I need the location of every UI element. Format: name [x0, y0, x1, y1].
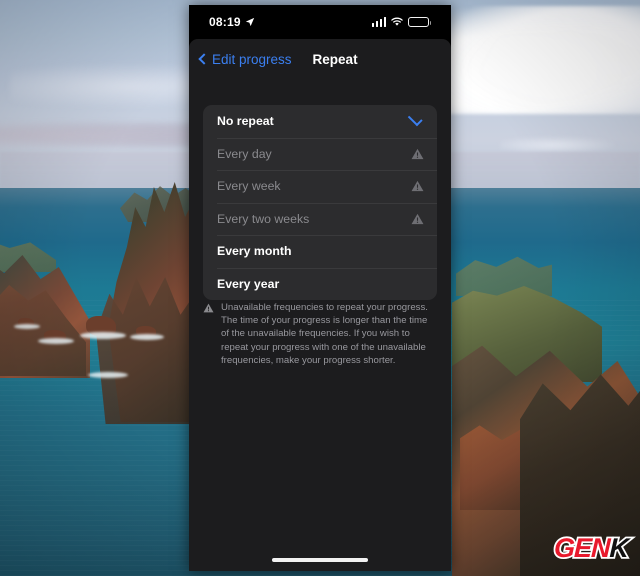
option-label: Every two weeks: [217, 211, 310, 226]
genk-watermark: GENK: [552, 531, 631, 565]
phone-screen: 08:19 Edit progress Repeat No repeat Eve…: [189, 5, 451, 571]
home-indicator[interactable]: [272, 557, 368, 562]
location-arrow-icon: [245, 17, 254, 27]
warning-triangle-icon: [203, 303, 214, 313]
status-bar: 08:19: [189, 5, 451, 39]
back-button[interactable]: Edit progress: [198, 51, 292, 67]
footer-note-text: Unavailable frequencies to repeat your p…: [221, 302, 428, 366]
warning-triangle-icon: [411, 148, 424, 159]
status-bar-right: [371, 16, 432, 28]
option-row-every-week[interactable]: Every week: [203, 170, 437, 203]
option-row-every-two-weeks[interactable]: Every two weeks: [203, 202, 437, 236]
signal-bars-icon: [371, 17, 386, 27]
navigation-bar: Edit progress Repeat: [189, 39, 451, 79]
checkmark-icon: [407, 111, 423, 127]
genk-text-red: GEN: [552, 531, 612, 565]
back-button-label: Edit progress: [212, 51, 292, 67]
repeat-options-list: No repeat Every day Every week Every two…: [203, 105, 437, 300]
option-label: Every week: [217, 179, 281, 194]
option-label: No repeat: [217, 114, 274, 129]
chevron-left-icon: [198, 52, 210, 65]
content-area: No repeat Every day Every week Every two…: [189, 79, 451, 571]
page-title: Repeat: [312, 51, 358, 67]
wifi-icon: [391, 17, 403, 26]
option-row-no-repeat[interactable]: No repeat: [203, 105, 437, 138]
phone-device: 08:19 Edit progress Repeat No repeat Eve…: [189, 5, 451, 571]
genk-text-black: K: [607, 531, 630, 565]
option-label: Every day: [217, 146, 272, 161]
option-label: Every year: [217, 276, 280, 291]
warning-triangle-icon: [411, 213, 424, 224]
status-bar-left: 08:19: [209, 15, 255, 29]
option-row-every-year[interactable]: Every year: [203, 267, 437, 301]
option-label: Every month: [217, 244, 292, 259]
status-time: 08:19: [209, 15, 241, 29]
warning-triangle-icon: [411, 181, 424, 192]
footer-note: Unavailable frequencies to repeat your p…: [203, 301, 437, 367]
option-row-every-day[interactable]: Every day: [203, 137, 437, 171]
option-row-every-month[interactable]: Every month: [203, 235, 437, 268]
battery-icon: [408, 16, 432, 28]
